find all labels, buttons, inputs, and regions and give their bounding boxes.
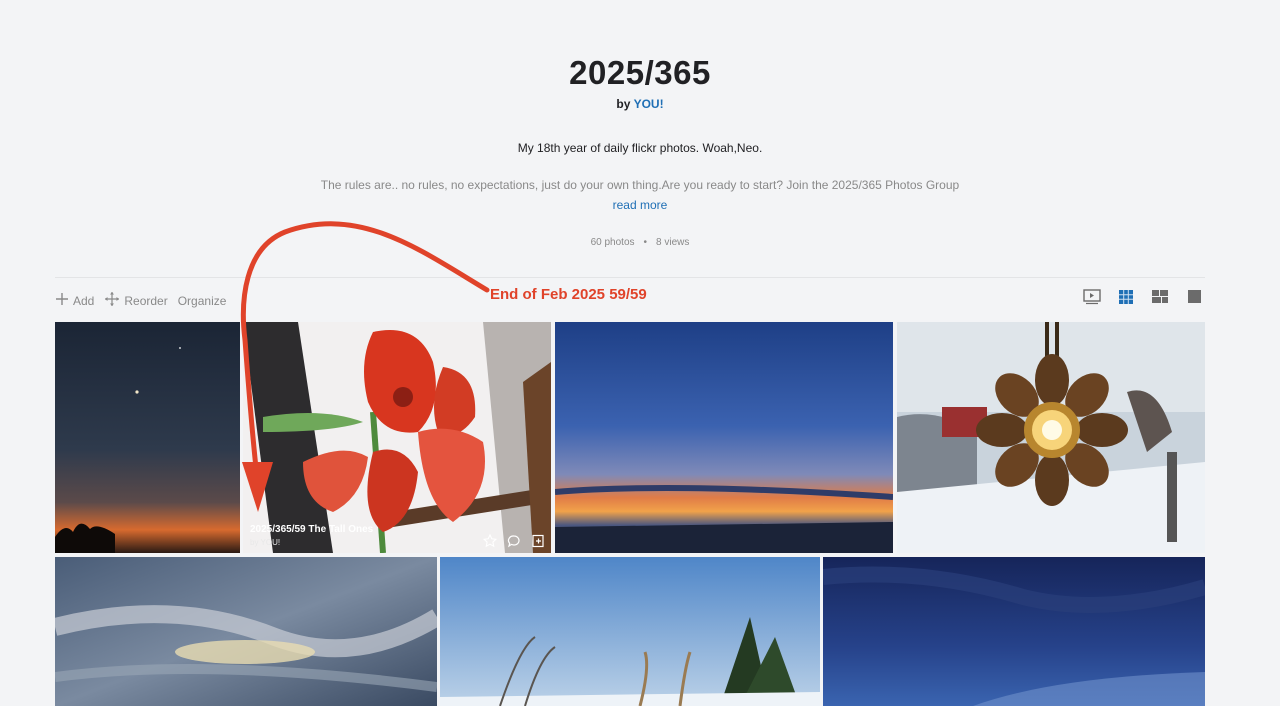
plus-icon <box>55 292 73 309</box>
album-byline: by YOU! <box>0 97 1280 111</box>
divider <box>55 277 1205 278</box>
add-label: Add <box>73 293 95 308</box>
read-more-link[interactable]: read more <box>0 198 1280 212</box>
reorder-button[interactable]: Reorder <box>104 291 168 310</box>
photo-thumbnail[interactable]: 2025/365/59 The Tall Ones by YOU! <box>243 322 551 553</box>
star-icon[interactable] <box>483 534 497 548</box>
view-count: 8 views <box>656 237 690 248</box>
comment-icon[interactable] <box>507 534 521 548</box>
add-button[interactable]: Add <box>55 292 94 309</box>
slideshow-button[interactable] <box>1083 288 1101 310</box>
photo-thumbnail[interactable] <box>897 322 1205 553</box>
photo-owner[interactable]: by YOU! <box>250 538 280 547</box>
add-to-gallery-icon[interactable] <box>531 534 545 548</box>
photo-thumbnail[interactable] <box>440 557 820 706</box>
by-prefix: by <box>616 97 631 111</box>
single-icon <box>1187 290 1201 308</box>
stats-separator: • <box>643 237 648 248</box>
photo-thumbnail[interactable] <box>823 557 1205 706</box>
photo-thumbnail[interactable] <box>55 557 437 706</box>
photo-actions <box>473 534 545 548</box>
photo-title[interactable]: 2025/365/59 The Tall Ones <box>250 524 373 535</box>
reorder-label: Reorder <box>124 293 168 308</box>
annotation-text: End of Feb 2025 59/59 <box>490 286 647 303</box>
grid-view-button[interactable] <box>1117 289 1135 309</box>
album-description: My 18th year of daily flickr photos. Woa… <box>517 141 763 155</box>
mosaic-view-button[interactable] <box>1151 290 1169 308</box>
photo-count: 60 photos <box>590 237 635 248</box>
organize-label: Organize <box>177 293 227 308</box>
owner-link[interactable]: YOU! <box>634 97 664 111</box>
album-stats: 60 photos • 8 views <box>0 237 1280 248</box>
single-view-button[interactable] <box>1185 290 1203 308</box>
photo-thumbnail[interactable] <box>55 322 240 553</box>
move-icon <box>104 291 124 310</box>
slideshow-icon <box>1083 288 1101 310</box>
organize-button[interactable]: Organize <box>178 294 227 308</box>
album-title: 2025/365 <box>569 54 711 91</box>
photo-thumbnail[interactable] <box>555 322 893 553</box>
mosaic-icon <box>1152 290 1168 308</box>
grid-icon <box>1119 289 1133 309</box>
album-description-more: The rules are.. no rules, no expectation… <box>320 178 960 192</box>
view-mode-switcher <box>1083 288 1219 310</box>
album-toolbar: Add Reorder Organize <box>55 291 236 310</box>
